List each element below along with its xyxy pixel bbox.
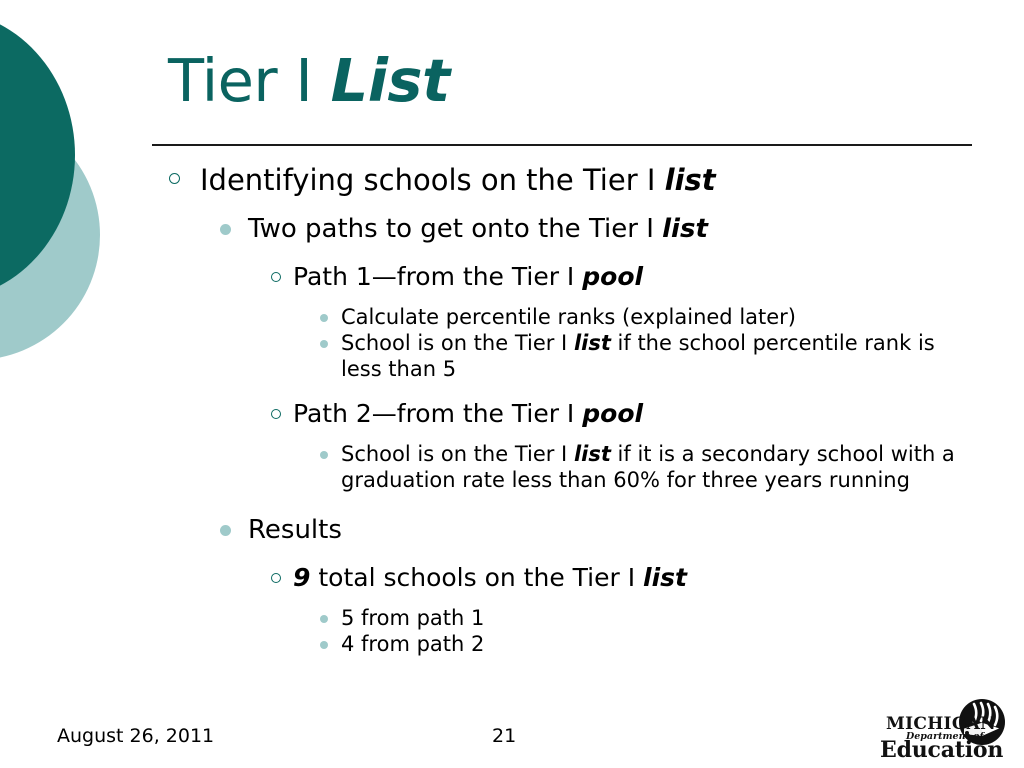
filled-dot-bullet-icon — [220, 224, 231, 235]
outline-item-level-3: Path 1—from the Tier I pool — [0, 258, 1024, 295]
outline-item-level-1: Identifying schools on the Tier I list — [0, 160, 1024, 200]
hollow-circle-bullet-icon — [169, 173, 180, 184]
text-run: total schools on the Tier I — [310, 563, 644, 592]
outline-spacer — [0, 250, 1024, 258]
hollow-circle-bullet-icon — [271, 272, 281, 282]
outline-item-level-4: School is on the Tier I list if the scho… — [0, 330, 1024, 382]
outline-item-text: Results — [248, 511, 1024, 549]
outline-item-level-3: 9 total schools on the Tier I list — [0, 559, 1024, 596]
outline-item-level-4: Calculate percentile ranks (explained la… — [0, 304, 1024, 330]
text-run: School is on the Tier I — [341, 331, 574, 355]
outline-spacer — [0, 202, 1024, 210]
outline-item-level-4: School is on the Tier I list if it is a … — [0, 441, 1024, 493]
emphasized-text-run: list — [573, 442, 611, 466]
outline-item-text: 4 from path 2 — [341, 631, 964, 657]
slide-title-plain: Tier I — [168, 46, 331, 115]
emphasized-text-run: list — [643, 563, 688, 592]
emphasized-text-run: list — [662, 214, 708, 244]
text-run: Two paths to get onto the Tier I — [248, 214, 663, 244]
logo-line-education: Education — [880, 737, 1003, 760]
text-run: 4 from path 2 — [341, 632, 485, 656]
outline-item-text: Calculate percentile ranks (explained la… — [341, 304, 964, 330]
outline-spacer — [0, 296, 1024, 304]
outline-spacer — [0, 551, 1024, 559]
small-dot-bullet-icon — [320, 340, 328, 348]
text-run: 5 from path 1 — [341, 606, 485, 630]
outline-item-text: 9 total schools on the Tier I list — [293, 559, 1024, 596]
slide-title: Tier I List — [168, 44, 978, 118]
hollow-circle-bullet-icon — [271, 573, 281, 583]
michigan-department-of-education-logo: MICHIGAN Department of Education — [878, 698, 1018, 760]
text-run: Results — [248, 515, 342, 545]
outline-spacer — [0, 382, 1024, 395]
outline-item-level-2: Two paths to get onto the Tier I list — [0, 210, 1024, 248]
title-divider-rule — [152, 144, 972, 146]
filled-dot-bullet-icon — [220, 525, 231, 536]
text-run: Identifying schools on the Tier I — [200, 163, 665, 197]
emphasized-text-run: list — [573, 331, 611, 355]
text-run: Path 1—from the Tier I — [293, 262, 583, 291]
emphasized-text-run: pool — [582, 399, 644, 428]
slide-title-emphasis: List — [330, 46, 451, 115]
outline-spacer — [0, 433, 1024, 441]
outline-item-text: Two paths to get onto the Tier I list — [248, 210, 1024, 248]
text-run: School is on the Tier I — [341, 442, 574, 466]
small-dot-bullet-icon — [320, 641, 328, 649]
small-dot-bullet-icon — [320, 314, 328, 322]
emphasized-text-run: pool — [582, 262, 644, 291]
outline-item-level-4: 5 from path 1 — [0, 605, 1024, 631]
outline-item-text: Path 2—from the Tier I pool — [293, 395, 1024, 432]
outline-item-level-2: Results — [0, 511, 1024, 549]
outline-spacer — [0, 493, 1024, 511]
emphasized-text-run: list — [664, 163, 716, 197]
text-run: Path 2—from the Tier I — [293, 399, 583, 428]
outline-item-text: Identifying schools on the Tier I list — [200, 160, 1024, 200]
outline-item-text: School is on the Tier I list if the scho… — [341, 330, 964, 382]
slide-body-outline: Identifying schools on the Tier I list Tw… — [0, 160, 1024, 657]
slide-canvas: Tier I List Identifying schools on the T… — [0, 0, 1024, 768]
footer-date: August 26, 2011 — [57, 725, 215, 747]
emphasized-text-run: 9 — [293, 563, 311, 592]
outline-item-level-3: Path 2—from the Tier I pool — [0, 395, 1024, 432]
small-dot-bullet-icon — [320, 451, 328, 459]
outline-item-text: School is on the Tier I list if it is a … — [341, 441, 964, 493]
outline-item-text: Path 1—from the Tier I pool — [293, 258, 1024, 295]
footer-page-number: 21 — [492, 725, 517, 747]
outline-spacer — [0, 597, 1024, 605]
small-dot-bullet-icon — [320, 615, 328, 623]
outline-item-text: 5 from path 1 — [341, 605, 964, 631]
text-run: Calculate percentile ranks (explained la… — [341, 305, 796, 329]
hollow-circle-bullet-icon — [271, 409, 281, 419]
outline-item-level-4: 4 from path 2 — [0, 631, 1024, 657]
